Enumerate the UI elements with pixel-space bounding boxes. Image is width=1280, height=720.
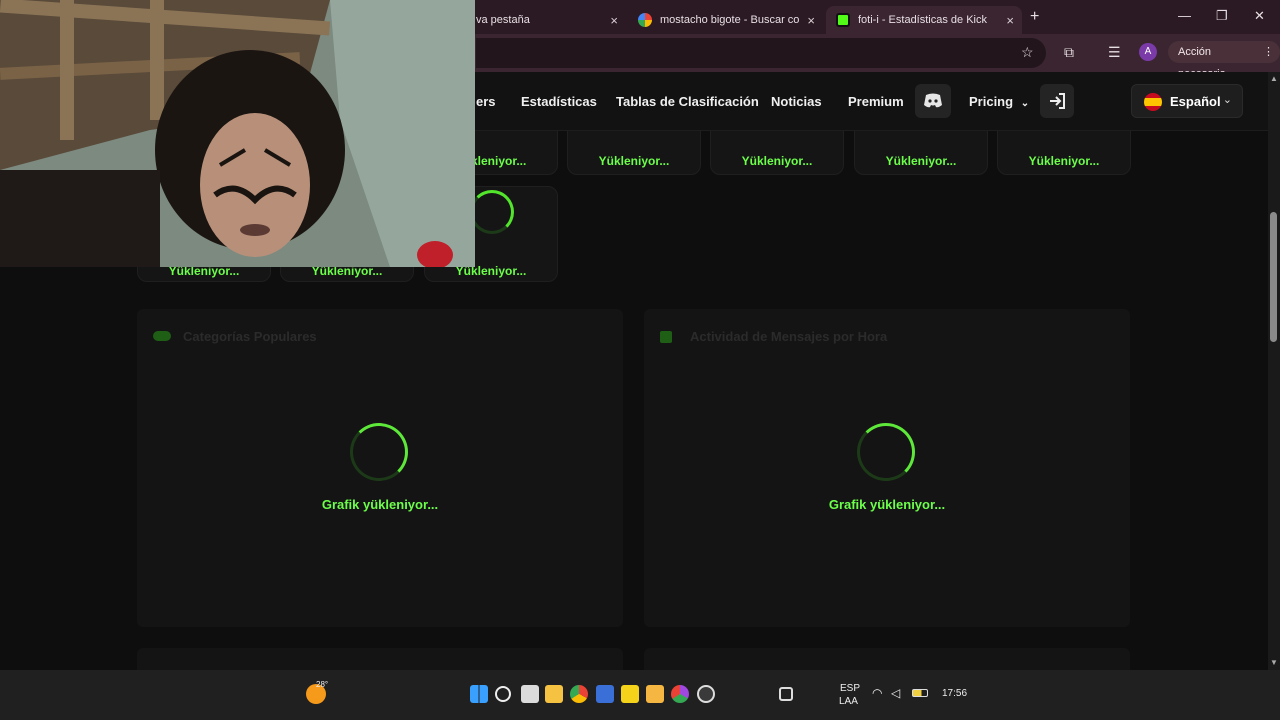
language-selector[interactable]: Español ⌄ xyxy=(1131,84,1243,118)
chart-loading-text: Grafik yükleniyor... xyxy=(321,497,439,512)
obs-icon[interactable] xyxy=(697,685,715,703)
card-loading-text: Yükleniyor... xyxy=(1028,154,1100,168)
nav-premium[interactable]: Premium xyxy=(848,94,904,109)
close-window-button[interactable]: ✕ xyxy=(1254,8,1265,24)
webcam-image xyxy=(0,0,475,267)
file-explorer-icon[interactable] xyxy=(545,685,563,703)
tab-kick-stats[interactable]: foti-i - Estadísticas de Kick × xyxy=(826,6,1022,34)
search-icon[interactable] xyxy=(495,686,511,702)
scroll-thumb[interactable] xyxy=(1270,212,1277,342)
nav-streamers[interactable]: ers xyxy=(476,94,496,109)
pricing-label: Pricing xyxy=(969,94,1014,109)
loading-spinner xyxy=(857,423,915,481)
windows-start-icon[interactable] xyxy=(470,685,488,703)
app-icon[interactable] xyxy=(596,685,614,703)
omnibox[interactable] xyxy=(476,38,1046,68)
streamer-card[interactable]: Yükleniyor... xyxy=(567,131,701,175)
new-tab-button[interactable]: + xyxy=(1030,8,1039,26)
popular-categories-panel: Categorías Populares Grafik yükleniyor..… xyxy=(137,309,623,627)
discord-icon xyxy=(924,93,942,108)
chrome-icon[interactable] xyxy=(570,685,588,703)
volume-icon[interactable]: ◁ xyxy=(891,686,900,700)
qr-icon[interactable] xyxy=(779,687,793,701)
tab-label: foti-i - Estadísticas de Kick xyxy=(858,14,987,26)
clock[interactable]: 17:56 xyxy=(942,688,967,699)
battery-icon[interactable] xyxy=(912,689,928,697)
task-view-icon[interactable] xyxy=(521,685,539,703)
login-icon xyxy=(1050,93,1065,109)
extensions-icon[interactable]: ⧉ xyxy=(1064,44,1074,61)
page-scrollbar[interactable]: ▲ ▼ xyxy=(1268,72,1280,670)
gamepad-icon xyxy=(153,331,171,341)
streamer-card[interactable]: Yükleniyor... xyxy=(997,131,1131,175)
needs-action-button[interactable]: Acción necesaria ⋮ xyxy=(1168,41,1280,80)
nav-news[interactable]: Noticias xyxy=(771,94,822,109)
input-language[interactable]: ESP xyxy=(840,683,860,694)
card-loading-text: Yükleniyor... xyxy=(885,154,957,168)
nav-statistics[interactable]: Estadísticas xyxy=(521,94,597,109)
panel xyxy=(137,648,623,670)
windows-taskbar: 28° ESP LAA ◠ ◁ 17:56 xyxy=(0,670,1280,720)
panel-title: Actividad de Mensajes por Hora xyxy=(690,329,888,344)
webcam-overlay xyxy=(0,0,475,267)
messages-per-hour-panel: Actividad de Mensajes por Hora Grafik yü… xyxy=(644,309,1130,627)
tab-new-tab[interactable]: va pestaña × xyxy=(466,6,626,34)
wifi-icon[interactable]: ◠ xyxy=(872,686,882,700)
chrome-profile-icon[interactable] xyxy=(671,685,689,703)
chevron-down-icon: ⌄ xyxy=(1020,98,1030,109)
loading-spinner xyxy=(470,190,514,234)
loading-spinner xyxy=(350,423,408,481)
reading-list-icon[interactable]: ☰ xyxy=(1108,44,1121,61)
tab-close-icon[interactable]: × xyxy=(610,13,618,28)
input-layout[interactable]: LAA xyxy=(839,696,858,707)
streamer-card[interactable]: Yükleniyor... xyxy=(710,131,844,175)
nav-pricing[interactable]: Pricing ⌄ xyxy=(969,94,1029,109)
chart-icon xyxy=(660,331,672,343)
weather-temp: 28° xyxy=(316,680,329,689)
panel-title: Categorías Populares xyxy=(183,329,317,344)
card-loading-text: Yükleniyor... xyxy=(598,154,670,168)
restore-button[interactable]: ❐ xyxy=(1216,8,1228,24)
star-icon[interactable]: ☆ xyxy=(1021,44,1034,61)
scroll-down-icon[interactable]: ▼ xyxy=(1270,658,1278,667)
nav-leaderboards[interactable]: Tablas de Clasificación xyxy=(616,94,759,109)
streamer-card[interactable]: Yükleniyor... xyxy=(854,131,988,175)
tab-google-search[interactable]: mostacho bigote - Buscar con G × xyxy=(628,6,823,34)
profile-avatar[interactable]: A xyxy=(1139,43,1157,61)
language-label: Español xyxy=(1170,94,1221,109)
discord-button[interactable] xyxy=(915,84,951,118)
tab-close-icon[interactable]: × xyxy=(807,13,815,28)
login-button[interactable] xyxy=(1040,84,1074,118)
minimize-button[interactable]: — xyxy=(1178,8,1191,23)
tab-close-icon[interactable]: × xyxy=(1006,13,1014,28)
tab-label: mostacho bigote - Buscar con G xyxy=(660,14,800,26)
sticky-notes-icon[interactable] xyxy=(621,685,639,703)
menu-dots-icon: ⋮ xyxy=(1263,46,1274,58)
google-icon xyxy=(638,13,652,27)
chevron-down-icon: ⌄ xyxy=(1222,94,1232,106)
scroll-up-icon[interactable]: ▲ xyxy=(1270,74,1278,83)
folder-icon[interactable] xyxy=(646,685,664,703)
kick-icon xyxy=(836,13,850,27)
spain-flag-icon xyxy=(1144,93,1162,111)
chart-loading-text: Grafik yükleniyor... xyxy=(828,497,946,512)
panel xyxy=(644,648,1130,670)
tab-label: va pestaña xyxy=(476,14,530,26)
card-loading-text: Yükleniyor... xyxy=(741,154,813,168)
